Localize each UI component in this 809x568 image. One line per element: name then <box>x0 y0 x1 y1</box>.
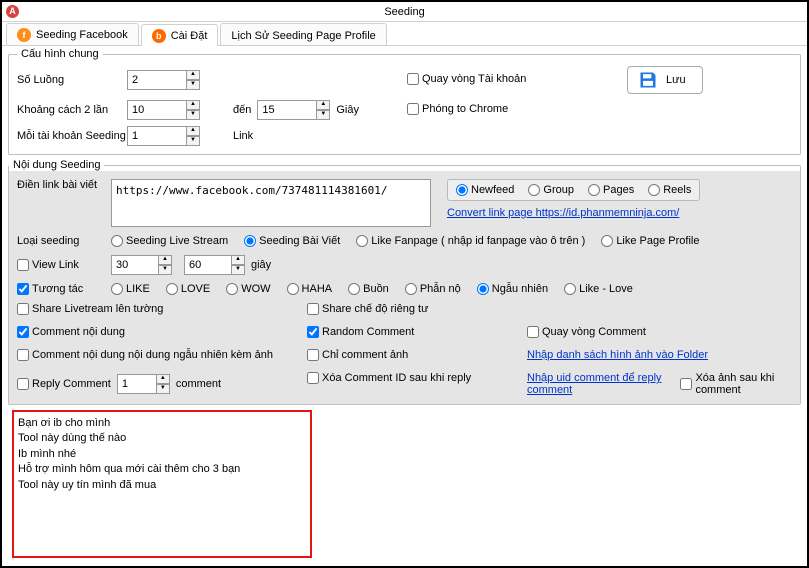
reply-unit-label: comment <box>176 378 221 390</box>
link-label: Link <box>233 130 253 142</box>
nhap-danhsach-anh-link[interactable]: Nhập danh sách hình ảnh vào Folder <box>527 349 708 361</box>
radio-wow[interactable]: WOW <box>226 283 270 295</box>
spin-up[interactable]: ▲ <box>186 126 200 136</box>
radio-like-page-profile[interactable]: Like Page Profile <box>601 235 699 247</box>
quayvong-comment-checkbox[interactable]: Quay vòng Comment <box>527 326 646 338</box>
seeding-fieldset: Nội dung Seeding Điền link bài viết Newf… <box>8 159 801 405</box>
spin-up[interactable]: ▲ <box>186 70 200 80</box>
viewlink-from-input[interactable] <box>111 255 159 275</box>
radio-newfeed[interactable]: Newfeed <box>456 184 514 196</box>
den-label: đến <box>233 104 251 116</box>
radio-phanno[interactable]: Phẫn nộ <box>405 283 461 295</box>
seeding-legend: Nội dung Seeding <box>9 159 104 171</box>
tab-seeding-facebook[interactable]: f Seeding Facebook <box>6 23 139 45</box>
share-private-checkbox[interactable]: Share chế độ riêng tư <box>307 303 428 315</box>
viewlink-checkbox[interactable]: View Link <box>17 259 111 271</box>
comment-ngaunhien-anh-checkbox[interactable]: Comment nội dung nội dung ngẫu nhiên kèm… <box>17 349 273 361</box>
spin-up[interactable]: ▲ <box>156 374 170 384</box>
radio-love[interactable]: LOVE <box>166 283 210 295</box>
phongto-chrome-checkbox[interactable]: Phóng to Chrome <box>407 103 508 115</box>
radio-seeding-livestream[interactable]: Seeding Live Stream <box>111 235 228 247</box>
radio-like[interactable]: LIKE <box>111 283 150 295</box>
facebook-icon: f <box>17 28 31 42</box>
tuongtac-checkbox[interactable]: Tương tác <box>17 283 111 295</box>
chi-comment-anh-checkbox[interactable]: Chỉ comment ảnh <box>307 349 408 361</box>
radio-ngaunhien[interactable]: Ngẫu nhiên <box>477 283 548 295</box>
moitaikhoan-label: Mỗi tài khoản Seeding <box>17 130 127 142</box>
settings-icon: b <box>152 29 166 43</box>
reply-comment-checkbox[interactable]: Reply Comment <box>17 378 111 390</box>
tab-label: Seeding Facebook <box>36 29 128 41</box>
dienlink-label: Điền link bài viết <box>17 179 111 191</box>
radio-group-opt[interactable]: Group <box>528 184 574 196</box>
radio-buon[interactable]: Buồn <box>348 283 389 295</box>
reply-count-input[interactable] <box>117 374 157 394</box>
spin-down[interactable]: ▼ <box>158 265 172 275</box>
viewlink-giay-label: giây <box>251 259 271 271</box>
share-livestream-checkbox[interactable]: Share Livetream lên tường <box>17 303 163 315</box>
xoa-anh-checkbox[interactable]: Xóa ảnh sau khi comment <box>680 372 792 396</box>
tab-lich-su[interactable]: Lịch Sử Seeding Page Profile <box>220 23 386 45</box>
nhap-uid-comment-link[interactable]: Nhập uid comment để reply comment <box>527 372 670 396</box>
comment-content-textbox[interactable]: Bạn ơi ib cho mình Tool này dùng thế nào… <box>12 410 312 558</box>
khoangcach-to-input[interactable] <box>257 100 317 120</box>
save-icon <box>638 70 658 90</box>
spin-up[interactable]: ▲ <box>186 100 200 110</box>
tab-label: Lịch Sử Seeding Page Profile <box>231 28 375 42</box>
spin-up[interactable]: ▲ <box>231 255 245 265</box>
spin-down[interactable]: ▼ <box>186 110 200 120</box>
radio-pages[interactable]: Pages <box>588 184 634 196</box>
save-button[interactable]: Lưu <box>627 66 703 94</box>
title-bar: A Seeding <box>2 2 807 22</box>
radio-reels[interactable]: Reels <box>648 184 691 196</box>
comment-noidung-checkbox[interactable]: Comment nội dung <box>17 326 125 338</box>
so-luong-label: Số Luồng <box>17 74 127 86</box>
radio-like-fanpage[interactable]: Like Fanpage ( nhập id fanpage vào ô trê… <box>356 235 585 247</box>
spin-down[interactable]: ▼ <box>186 80 200 90</box>
radio-like-love[interactable]: Like - Love <box>564 283 633 295</box>
config-legend: Cấu hình chung <box>17 48 103 60</box>
khoangcach-from-input[interactable] <box>127 100 187 120</box>
moitaikhoan-input[interactable] <box>127 126 187 146</box>
spin-down[interactable]: ▼ <box>156 384 170 394</box>
random-comment-checkbox[interactable]: Random Comment <box>307 326 414 338</box>
window-title: Seeding <box>384 6 424 18</box>
giay-label: Giây <box>336 104 359 116</box>
so-luong-input[interactable] <box>127 70 187 90</box>
khoangcach-label: Khoảng cách 2 lần <box>17 104 127 116</box>
viewlink-to-input[interactable] <box>184 255 232 275</box>
convert-link-page[interactable]: Convert link page https://id.phanmemninj… <box>447 207 700 219</box>
app-icon: A <box>6 5 19 18</box>
radio-seeding-baiviet[interactable]: Seeding Bài Viết <box>244 235 340 247</box>
radio-haha[interactable]: HAHA <box>287 283 333 295</box>
spin-down[interactable]: ▼ <box>231 265 245 275</box>
tab-label: Cài Đặt <box>171 30 208 42</box>
tab-cai-dat[interactable]: b Cài Đặt <box>141 24 219 46</box>
quayvong-taikhoan-checkbox[interactable]: Quay vòng Tài khoản <box>407 73 526 85</box>
spin-up[interactable]: ▲ <box>316 100 330 110</box>
spin-up[interactable]: ▲ <box>158 255 172 265</box>
spin-down[interactable]: ▼ <box>186 136 200 146</box>
main-tabs: f Seeding Facebook b Cài Đặt Lịch Sử See… <box>2 22 807 46</box>
config-fieldset: Cấu hình chung Số Luồng ▲▼ Quay vòng Tài… <box>8 48 801 155</box>
link-baiviet-textarea[interactable] <box>111 179 431 227</box>
source-radio-group: Newfeed Group Pages Reels <box>447 179 700 201</box>
xoa-comment-id-checkbox[interactable]: Xóa Comment ID sau khi reply <box>307 372 471 384</box>
spin-down[interactable]: ▼ <box>316 110 330 120</box>
loaiseeding-label: Loại seeding <box>17 235 111 247</box>
